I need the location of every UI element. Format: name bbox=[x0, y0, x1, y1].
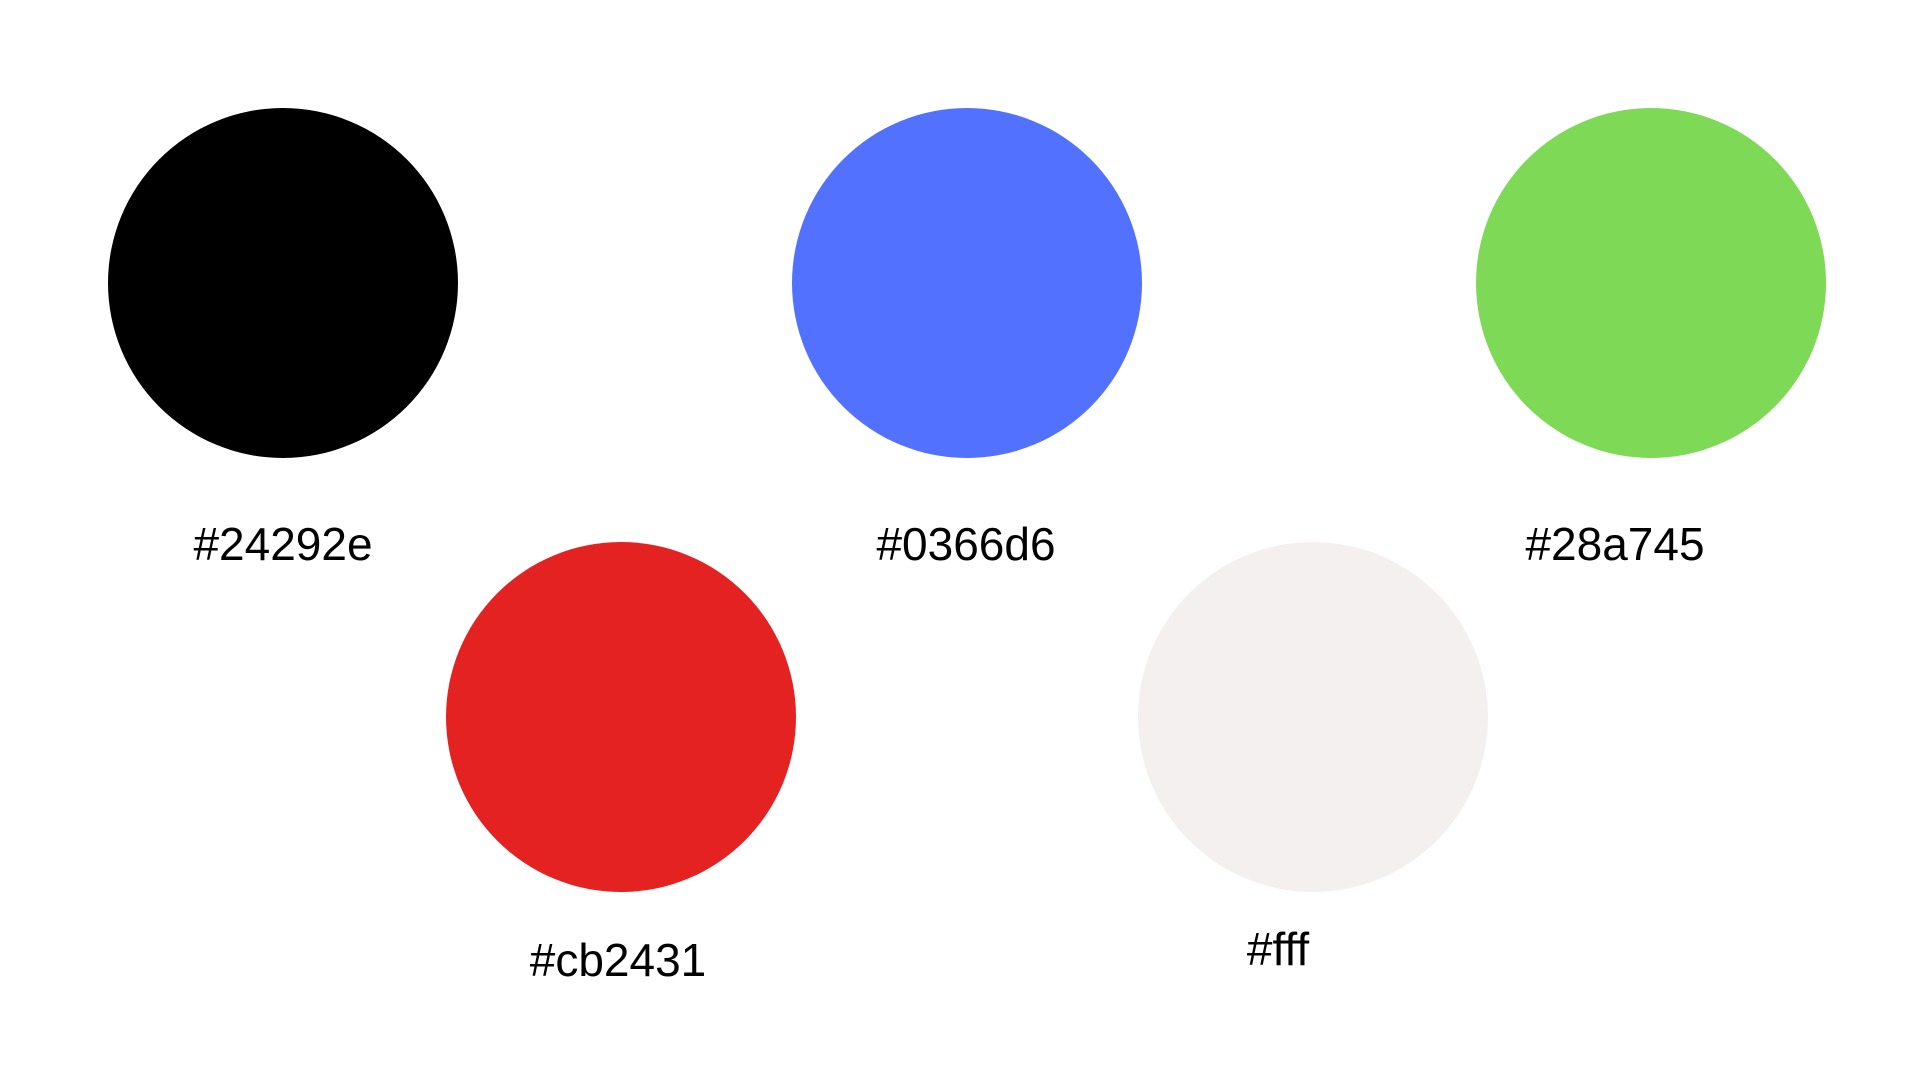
swatch-circle-1 bbox=[108, 108, 458, 458]
swatch-label-2: #0366d6 bbox=[876, 518, 1056, 570]
swatch-circle-2 bbox=[792, 108, 1142, 458]
swatch-label-5: #fff bbox=[1246, 923, 1310, 975]
swatch-label-1: #24292e bbox=[193, 518, 373, 570]
swatch-circle-5 bbox=[1138, 542, 1488, 892]
color-palette: #24292e #0366d6 #28a745 #cb2431 #fff bbox=[0, 0, 1920, 1080]
swatch-circle-4 bbox=[446, 542, 796, 892]
swatch-circle-3 bbox=[1476, 108, 1826, 458]
swatch-label-3: #28a745 bbox=[1525, 518, 1705, 570]
swatch-label-4: #cb2431 bbox=[529, 934, 707, 986]
